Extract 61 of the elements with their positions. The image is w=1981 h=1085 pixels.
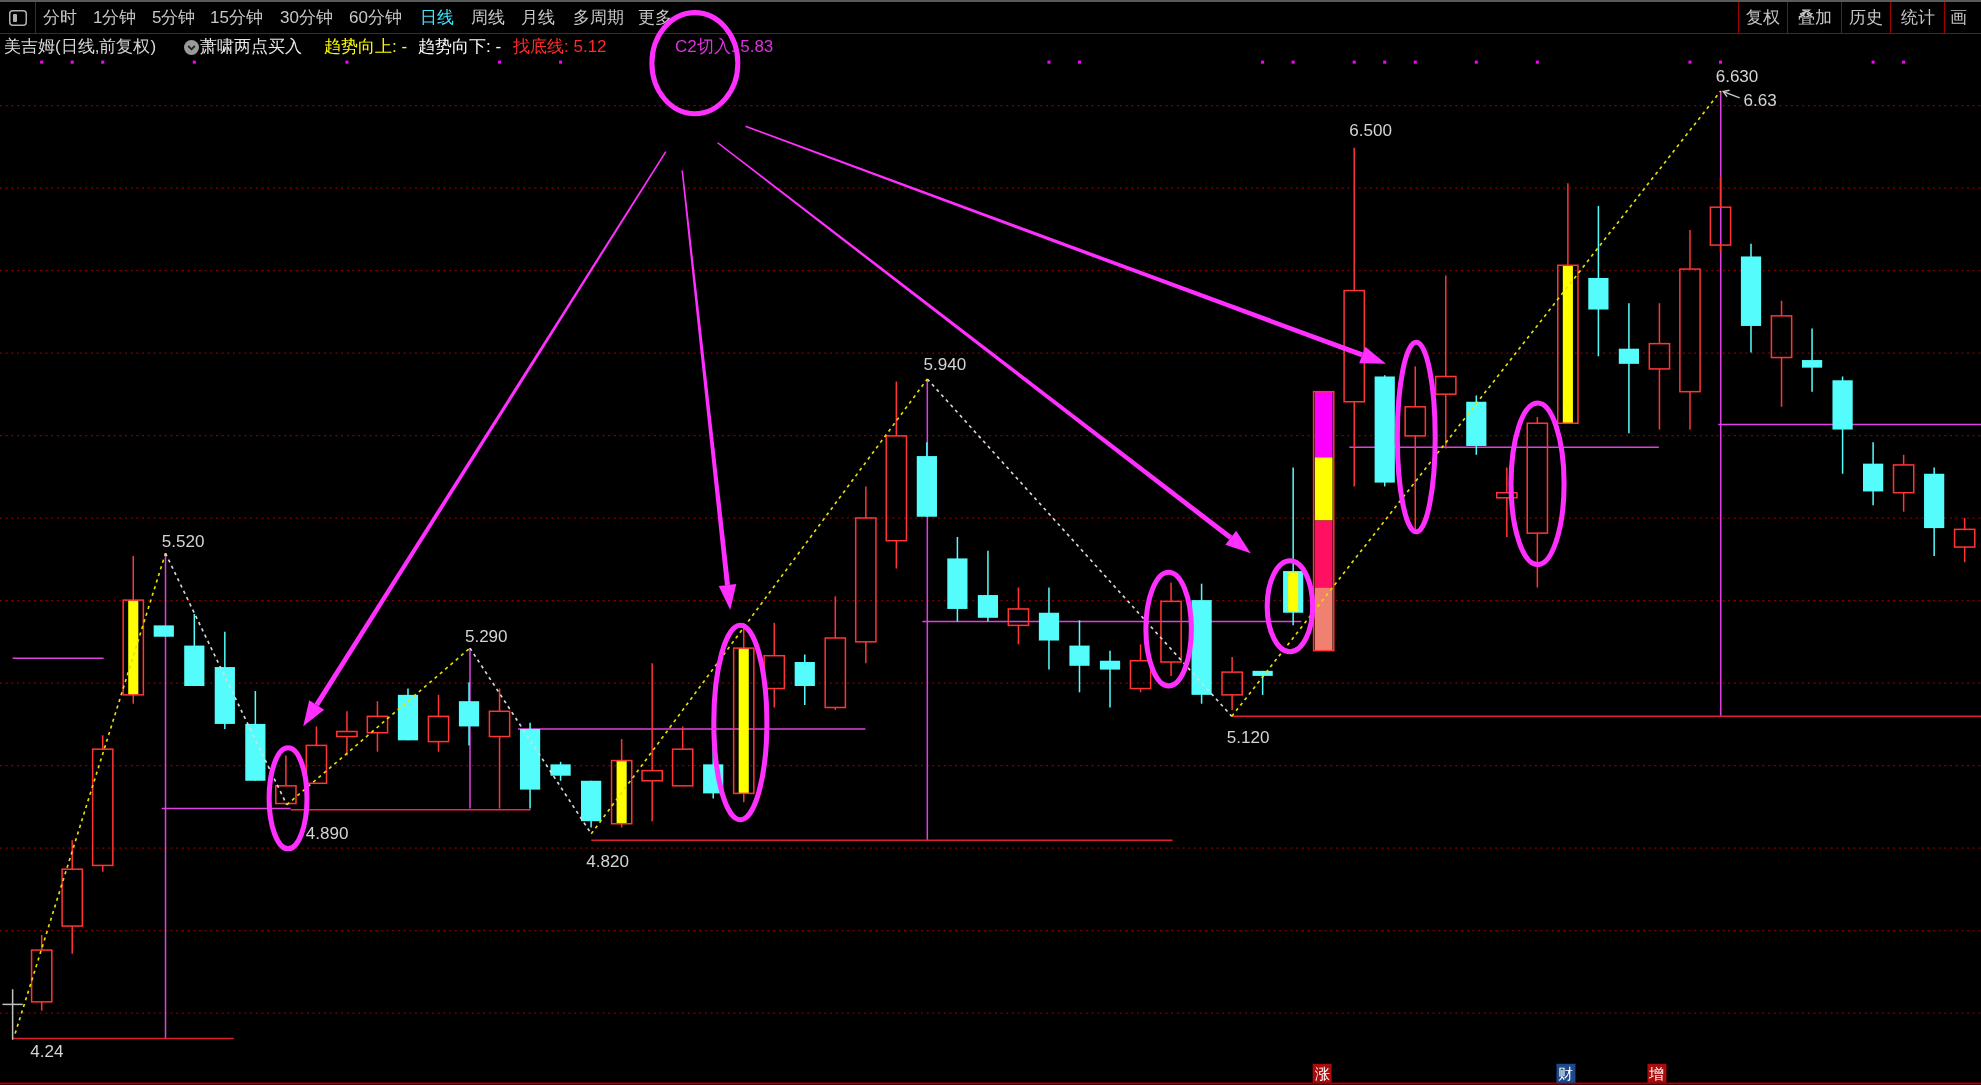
candlestick	[1801, 327, 1823, 393]
period-tab[interactable]: 30分钟	[280, 9, 333, 26]
candlestick	[275, 754, 297, 805]
event-marker[interactable]: 增	[1647, 1063, 1667, 1083]
candlestick	[1863, 441, 1884, 507]
candlestick	[1495, 466, 1518, 538]
candlestick	[1221, 656, 1243, 711]
indicator-value: 找底线: 5.12	[513, 37, 607, 57]
price-label: 5.940	[923, 355, 967, 375]
candlestick	[397, 687, 419, 742]
period-tab[interactable]: 60分钟	[349, 9, 402, 26]
candlestick	[794, 653, 815, 706]
indicator-value: 趋势向上: -	[324, 37, 408, 57]
price-label: 6.63	[1743, 91, 1777, 111]
indicator-name: 萧啸两点买入	[200, 37, 302, 57]
toolbar-button[interactable]: 历史	[1841, 2, 1890, 33]
event-marker[interactable]: 财	[1556, 1063, 1576, 1083]
candlestick	[153, 625, 174, 637]
candlestick	[1466, 394, 1487, 456]
toolbar-button[interactable]: 统计	[1890, 2, 1944, 33]
panel-icon	[8, 9, 27, 26]
stock-title: 美吉姆(日线,前复权)	[4, 37, 157, 57]
candlestick	[1129, 643, 1152, 694]
period-tab[interactable]: 5分钟	[152, 9, 196, 26]
candlestick	[305, 725, 328, 785]
price-label: 6.630	[1715, 67, 1759, 87]
price-label: 6.500	[1349, 121, 1392, 141]
period-tab[interactable]: 分时	[43, 9, 77, 26]
period-tab[interactable]: 多周期	[573, 9, 624, 26]
price-label: 5.520	[161, 532, 205, 552]
period-tab[interactable]: 1分钟	[93, 9, 137, 26]
candlestick	[1892, 454, 1915, 513]
period-tab[interactable]: 月线	[521, 9, 555, 26]
candlestick	[366, 700, 389, 753]
pointer-arrow-icon	[1721, 89, 1741, 99]
candlestick	[1099, 649, 1121, 709]
period-tab[interactable]: 日线	[420, 9, 454, 26]
candlestick	[336, 710, 358, 757]
period-tab[interactable]: 周线	[471, 9, 505, 26]
period-tab[interactable]: 15分钟	[210, 9, 263, 26]
chevron-down-icon[interactable]	[184, 39, 199, 55]
price-label: 4.820	[586, 851, 629, 871]
event-marker[interactable]: 涨	[1312, 1063, 1332, 1083]
period-tab[interactable]: 更多	[638, 9, 672, 26]
candlestick	[1252, 670, 1273, 696]
candlestick	[458, 681, 480, 747]
candlestick	[671, 725, 694, 787]
candlestick	[1007, 586, 1030, 646]
candlestick	[427, 694, 450, 753]
candlestick	[581, 780, 602, 829]
price-label: 4.24	[30, 1042, 64, 1062]
toolbar-button[interactable]: 复权	[1738, 2, 1787, 33]
indicator-value: 趋势向下: -	[418, 37, 502, 57]
price-label: 5.290	[464, 626, 508, 646]
toolbar-button[interactable]: 叠加	[1787, 2, 1841, 33]
toolbar-button[interactable]: 画	[1944, 2, 1981, 33]
candlestick	[1953, 517, 1976, 563]
candlestick	[550, 761, 571, 782]
crosshair-icon	[1, 988, 24, 1041]
price-label: 4.890	[305, 823, 349, 843]
price-label: 5.120	[1226, 727, 1270, 747]
